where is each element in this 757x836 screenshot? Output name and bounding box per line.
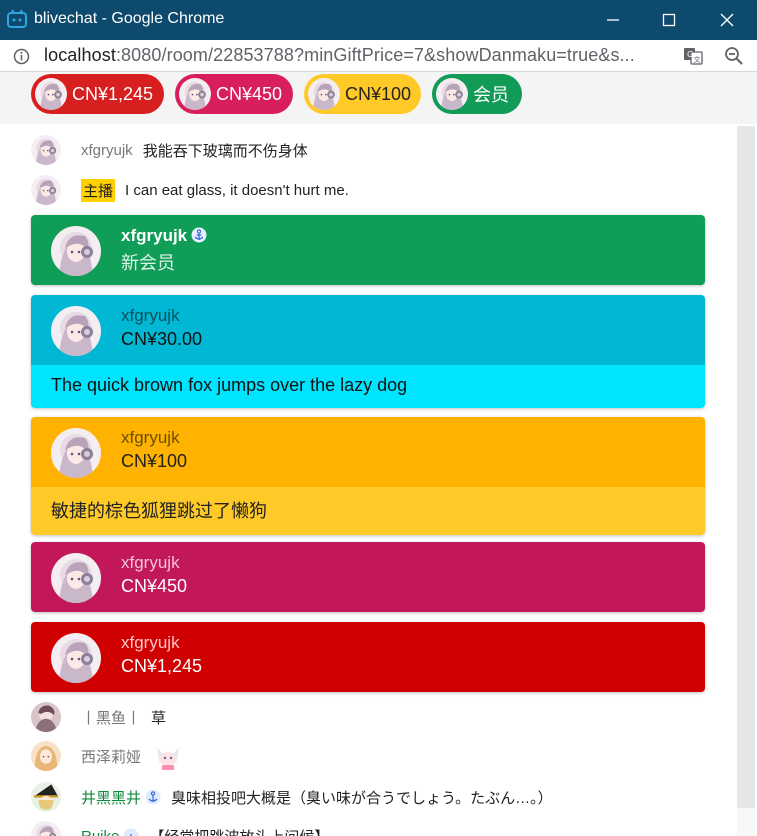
author-name: xfgryujk bbox=[121, 428, 180, 447]
zoom-out-icon[interactable] bbox=[724, 46, 744, 66]
message-text: 我能吞下玻璃而不伤身体 bbox=[142, 142, 308, 160]
message-text: I can eat glass, it doesn't hurt me. bbox=[125, 181, 349, 199]
gift-ticker: CN¥1,245 CN¥450 CN¥100 会员 bbox=[0, 72, 757, 124]
superchat-card: xfgryujk CN¥100 敏捷的棕色狐狸跳过了懒狗 bbox=[31, 417, 705, 535]
avatar bbox=[31, 702, 61, 732]
blivechat-app-icon bbox=[7, 9, 27, 28]
scrollbar-thumb[interactable] bbox=[737, 808, 755, 836]
ticker-label: CN¥1,245 bbox=[72, 83, 154, 104]
author-name: Ruike bbox=[81, 827, 120, 836]
url-path: :8080/room/22853788?minGiftPrice=7&showD… bbox=[115, 45, 635, 65]
message-text: 【经常把跳波放头上问候】 bbox=[149, 826, 329, 836]
author-name: 井黑黑井 bbox=[81, 789, 142, 807]
minimize-icon bbox=[607, 19, 619, 21]
window-title: blivechat - Google Chrome bbox=[34, 10, 225, 27]
avatar bbox=[308, 78, 340, 110]
message-text: 臭味相投吧大概是（臭い味が合うでしょう。たぶん…。） bbox=[171, 789, 553, 807]
maximize-icon bbox=[662, 13, 676, 27]
author-name: xfgryujk bbox=[121, 633, 180, 652]
svg-text:文: 文 bbox=[694, 55, 701, 64]
ticker-label: CN¥100 bbox=[345, 83, 412, 104]
author-name: 丨黑鱼丨 bbox=[81, 709, 142, 727]
avatar bbox=[51, 553, 101, 603]
chat-message: xfgryujk 我能吞下玻璃而不伤身体 bbox=[31, 134, 308, 166]
translate-icon[interactable]: G 文 bbox=[683, 46, 703, 66]
message-text: 草 bbox=[151, 709, 167, 727]
ticker-item[interactable]: CN¥1,245 bbox=[31, 74, 164, 114]
gift-card: xfgryujk CN¥450 bbox=[31, 542, 705, 612]
close-button[interactable] bbox=[704, 0, 750, 40]
superchat-card: xfgryujk CN¥30.00 The quick brown fox ju… bbox=[31, 295, 705, 408]
avatar bbox=[31, 782, 61, 812]
window-titlebar: blivechat - Google Chrome bbox=[0, 0, 757, 40]
chat-message: 西泽莉娅 bbox=[31, 740, 184, 772]
ticker-label: 会员 bbox=[473, 85, 509, 105]
chat-list: xfgryujk 我能吞下玻璃而不伤身体 主播 I can eat glass,… bbox=[0, 124, 757, 836]
avatar bbox=[31, 741, 61, 771]
host-badge: 主播 bbox=[81, 178, 116, 202]
ticker-item[interactable]: CN¥450 bbox=[175, 74, 293, 114]
avatar bbox=[31, 175, 61, 205]
membership-card: xfgryujk 新会员 bbox=[31, 215, 705, 285]
avatar bbox=[51, 306, 101, 356]
maximize-button[interactable] bbox=[646, 0, 692, 40]
guard-anchor-icon bbox=[191, 227, 207, 243]
scrollbar-track[interactable] bbox=[737, 126, 755, 808]
avatar bbox=[51, 633, 101, 683]
svg-text:G: G bbox=[687, 50, 693, 59]
avatar bbox=[31, 135, 61, 165]
author-name: xfgryujk bbox=[81, 141, 133, 159]
author-name: 西泽莉娅 bbox=[81, 748, 142, 766]
chat-message: 丨黑鱼丨 草 bbox=[31, 701, 166, 733]
ticker-label: CN¥450 bbox=[216, 83, 283, 104]
author-name: xfgryujk bbox=[121, 226, 207, 246]
membership-label: 新会员 bbox=[121, 253, 175, 273]
amount: CN¥30.00 bbox=[121, 329, 203, 349]
url-field[interactable]: localhost:8080/room/22853788?minGiftPric… bbox=[44, 45, 670, 66]
gift-card: xfgryujk CN¥1,245 bbox=[31, 622, 705, 692]
close-icon bbox=[720, 13, 734, 27]
chat-message: 井黑黑井 臭味相投吧大概是（臭い味が合うでしょう。たぶん…。） bbox=[31, 781, 553, 813]
url-host: localhost bbox=[44, 45, 116, 65]
address-bar: localhost:8080/room/22853788?minGiftPric… bbox=[0, 40, 757, 72]
avatar bbox=[179, 78, 211, 110]
guard-anchor-icon bbox=[123, 828, 139, 836]
avatar bbox=[436, 78, 468, 110]
author-name: xfgryujk bbox=[121, 306, 180, 325]
amount: CN¥1,245 bbox=[121, 656, 203, 676]
ticker-item[interactable]: CN¥100 bbox=[304, 74, 421, 114]
superchat-text: The quick brown fox jumps over the lazy … bbox=[31, 365, 705, 408]
superchat-text: 敏捷的棕色狐狸跳过了懒狗 bbox=[31, 487, 705, 535]
site-info-icon[interactable] bbox=[13, 48, 30, 65]
chat-message: Ruike 【经常把跳波放头上问候】 bbox=[31, 820, 329, 836]
author-name: xfgryujk bbox=[121, 553, 180, 572]
amount: CN¥100 bbox=[121, 451, 188, 471]
avatar bbox=[31, 821, 61, 836]
amount: CN¥450 bbox=[121, 576, 188, 596]
emoticon-sticker-icon bbox=[153, 741, 184, 771]
avatar bbox=[51, 428, 101, 478]
chat-message: 主播 I can eat glass, it doesn't hurt me. bbox=[31, 174, 349, 206]
guard-anchor-icon bbox=[145, 789, 161, 805]
minimize-button[interactable] bbox=[590, 0, 636, 40]
ticker-item[interactable]: 会员 bbox=[432, 74, 522, 114]
avatar bbox=[35, 78, 67, 110]
avatar bbox=[51, 226, 101, 276]
